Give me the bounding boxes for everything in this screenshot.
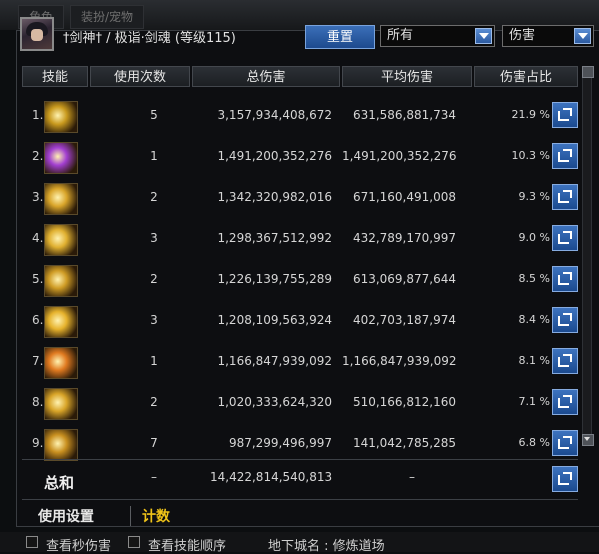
scroll-up-arrow-icon[interactable]	[582, 66, 594, 78]
tab-divider	[130, 506, 131, 526]
row-damage-share: 8.5 %	[518, 272, 550, 285]
share-icon[interactable]	[552, 184, 578, 210]
character-avatar	[20, 17, 54, 51]
tab-outfit-pet[interactable]: 装扮/宠物	[70, 5, 145, 29]
row-damage-share: 8.1 %	[518, 354, 550, 367]
row-total-damage: 1,166,847,939,092	[217, 354, 332, 368]
row-use-count: 5	[150, 108, 158, 122]
summary-avg: –	[409, 470, 415, 484]
row-total-damage: 1,226,139,755,289	[217, 272, 332, 286]
share-icon[interactable]	[552, 430, 578, 456]
golden-multi-slash-icon	[44, 306, 78, 338]
footer-bar: 查看秒伤害 查看技能顺序 地下城名 : 修炼道场	[0, 532, 599, 554]
share-icon[interactable]	[552, 102, 578, 128]
row-avg-damage: 671,160,491,008	[352, 190, 456, 204]
table-row[interactable]: 2. 1 1,491,200,352,276 1,491,200,352,276 10.…	[22, 137, 578, 178]
row-damage-share: 10.3 %	[511, 149, 550, 162]
row-avg-damage: 1,166,847,939,092	[342, 354, 457, 368]
row-total-damage: 1,342,320,982,016	[217, 190, 332, 204]
row-use-count: 3	[150, 313, 158, 327]
row-use-count: 3	[150, 231, 158, 245]
share-icon[interactable]	[552, 225, 578, 251]
golden-crescent-icon	[44, 224, 78, 256]
header-skill[interactable]: 技能	[22, 66, 88, 87]
summary-row: 总和 – 14,422,814,540,813 –	[22, 459, 578, 498]
bottom-tab-bar: 使用设置 计数	[22, 499, 578, 530]
share-summary-icon[interactable]	[552, 466, 578, 492]
row-damage-share: 7.1 %	[518, 395, 550, 408]
table-row[interactable]: 7. 1 1,166,847,939,092 1,166,847,939,092 8.1…	[22, 342, 578, 383]
summary-total: 14,422,814,540,813	[210, 470, 333, 484]
row-avg-damage: 402,703,187,974	[352, 313, 456, 327]
row-total-damage: 1,491,200,352,276	[217, 149, 332, 163]
golden-sword-strike-icon	[44, 183, 78, 215]
row-use-count: 7	[150, 436, 158, 450]
purple-blade-burst-icon	[44, 142, 78, 174]
table-row[interactable]: 1. 5 3,157,934,408,672 631,586,881,734 21.9 …	[22, 96, 578, 137]
row-avg-damage: 432,789,170,997	[352, 231, 456, 245]
table-row[interactable]: 3. 2 1,342,320,982,016 671,160,491,008 9.3 %	[22, 178, 578, 219]
row-use-count: 2	[150, 190, 158, 204]
row-damage-share: 21.9 %	[511, 108, 550, 121]
row-use-count: 1	[150, 149, 158, 163]
summary-label: 总和	[44, 474, 75, 492]
row-avg-damage: 1,491,200,352,276	[342, 149, 457, 163]
row-avg-damage: 141,042,785,285	[352, 436, 456, 450]
scroll-down-arrow-icon[interactable]	[582, 434, 594, 446]
avatar-face-icon	[31, 29, 43, 41]
skill-order-checkbox[interactable]	[128, 536, 140, 548]
dungeon-name: 地下城名 : 修炼道场	[268, 539, 385, 554]
header-damage-share[interactable]: 伤害占比	[474, 66, 578, 87]
golden-spiral-slash-icon	[44, 101, 78, 133]
table-row[interactable]: 4. 3 1,298,367,512,992 432,789,170,997 9.0 %	[22, 219, 578, 260]
share-icon[interactable]	[552, 307, 578, 333]
chevron-down-icon[interactable]	[574, 28, 591, 44]
scrollbar[interactable]	[582, 66, 594, 446]
row-total-damage: 3,157,934,408,672	[217, 108, 332, 122]
skill-order-label: 查看技能顺序	[148, 539, 227, 554]
per-second-checkbox[interactable]	[26, 536, 38, 548]
tab-count[interactable]: 计数	[142, 506, 170, 526]
row-total-damage: 987,299,496,997	[228, 436, 332, 450]
row-avg-damage: 510,166,812,160	[352, 395, 456, 409]
row-use-count: 2	[150, 395, 158, 409]
summary-count: –	[151, 470, 157, 484]
skill-filter-value: 所有	[387, 28, 414, 43]
row-total-damage: 1,298,367,512,992	[217, 231, 332, 245]
header-avg-damage[interactable]: 平均伤害	[342, 66, 472, 87]
row-avg-damage: 613,069,877,644	[352, 272, 456, 286]
header-use-count[interactable]: 使用次数	[90, 66, 190, 87]
table-row[interactable]: 5. 2 1,226,139,755,289 613,069,877,644 8.5 %	[22, 260, 578, 301]
row-use-count: 2	[150, 272, 158, 286]
per-second-label: 查看秒伤害	[46, 539, 112, 554]
row-use-count: 1	[150, 354, 158, 368]
sort-select[interactable]: 伤害	[502, 25, 594, 47]
tab-use-settings[interactable]: 使用设置	[38, 506, 94, 526]
header-total-damage[interactable]: 总伤害	[192, 66, 340, 87]
share-icon[interactable]	[552, 143, 578, 169]
reset-button[interactable]: 重置	[305, 25, 375, 49]
orange-explosion-icon	[44, 347, 78, 379]
character-title: †剑神† / 极诣·剑魂 (等级115)	[63, 31, 236, 46]
golden-arc-slash-icon	[44, 429, 78, 461]
row-damage-share: 6.8 %	[518, 436, 550, 449]
row-total-damage: 1,020,333,624,320	[217, 395, 332, 409]
row-total-damage: 1,208,109,563,924	[217, 313, 332, 327]
skill-filter-select[interactable]: 所有	[380, 25, 495, 47]
golden-starburst-icon	[44, 388, 78, 420]
row-avg-damage: 631,586,881,734	[352, 108, 456, 122]
share-icon[interactable]	[552, 348, 578, 374]
sort-value: 伤害	[509, 28, 536, 43]
share-icon[interactable]	[552, 266, 578, 292]
row-damage-share: 9.0 %	[518, 231, 550, 244]
row-damage-share: 8.4 %	[518, 313, 550, 326]
chevron-down-icon[interactable]	[475, 28, 492, 44]
share-icon[interactable]	[552, 389, 578, 415]
row-damage-share: 9.3 %	[518, 190, 550, 203]
golden-wave-slash-icon	[44, 265, 78, 297]
table-row[interactable]: 8. 2 1,020,333,624,320 510,166,812,160 7.1 %	[22, 383, 578, 424]
table-row[interactable]: 6. 3 1,208,109,563,924 402,703,187,974 8.4 %	[22, 301, 578, 342]
